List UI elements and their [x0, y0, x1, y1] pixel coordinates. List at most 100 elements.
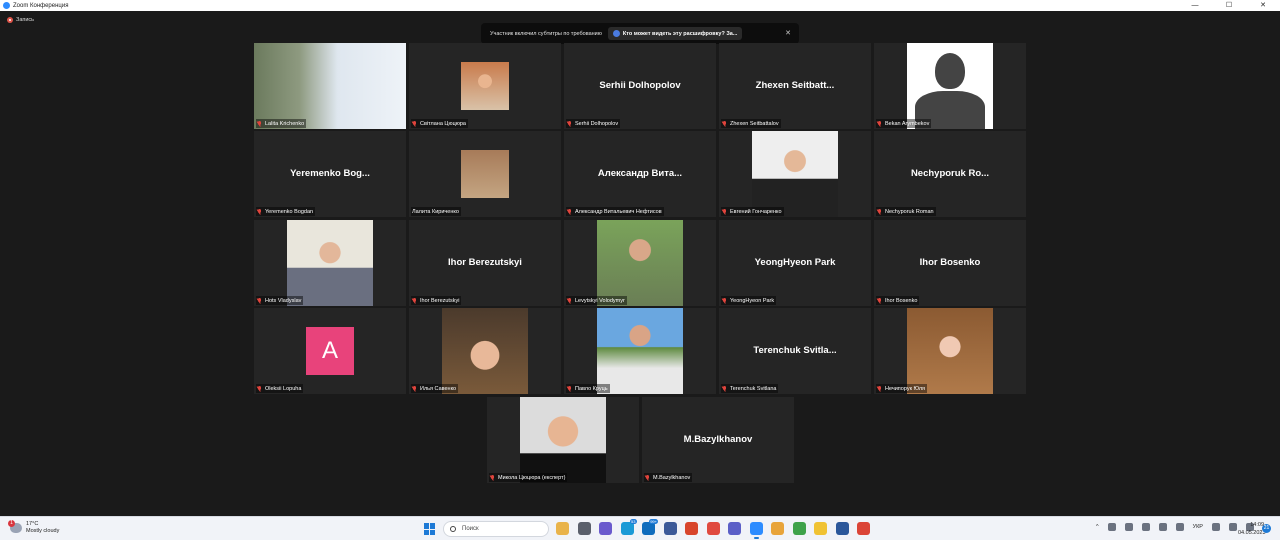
participant-tile[interactable]: Terenchuk Svitla... Terenchuk Svitlana — [719, 308, 871, 394]
participant-name: Bekan Arymbekov — [885, 120, 930, 127]
participant-name: Terenchuk Svitlana — [730, 385, 777, 392]
explorer-icon[interactable] — [814, 522, 827, 535]
participant-display-name: M.Bazylkhanov — [683, 434, 753, 445]
participant-tile[interactable]: Levytskyi Volodymyr — [564, 220, 716, 306]
mic-muted-icon — [645, 474, 650, 481]
chat-icon[interactable] — [599, 522, 612, 535]
participant-tile[interactable]: Bekan Arymbekov — [874, 43, 1026, 129]
participant-tile[interactable]: Nechyporuk Ro... Nechyporuk Roman — [874, 131, 1026, 217]
store-icon[interactable] — [663, 522, 677, 535]
participant-tile[interactable]: Hots Vladyslav — [254, 220, 406, 306]
participant-video — [597, 308, 683, 394]
participant-tile[interactable]: Lalita Krichenko — [254, 43, 406, 129]
participant-name: Александр Витальевич Нефтисов — [575, 208, 662, 215]
chrome-icon[interactable] — [771, 522, 784, 535]
participant-tile[interactable]: Лалита Кириченко — [409, 131, 561, 217]
mic-muted-icon — [567, 385, 572, 392]
mic-muted-icon — [257, 385, 262, 392]
chrome2-icon[interactable] — [792, 522, 806, 535]
weather-desc: Mostly cloudy — [26, 528, 60, 534]
participant-tile[interactable]: Нечипорук Юля — [874, 308, 1026, 394]
participant-name-bar: Bekan Arymbekov — [876, 119, 932, 128]
participant-name: Levytskyi Volodymyr — [575, 297, 625, 304]
video-icon[interactable] — [706, 522, 720, 535]
participant-display-name: Yeremenko Bog... — [290, 168, 370, 179]
participant-name-bar: Микола Цюцюра (експерт) — [489, 473, 568, 482]
app-badge: 53 — [630, 519, 637, 524]
phone-link-icon[interactable] — [1141, 523, 1150, 531]
word-icon[interactable] — [835, 522, 849, 535]
microphone-icon[interactable] — [1158, 523, 1167, 531]
participant-name-bar: Павло Круць — [566, 384, 610, 393]
volume-icon[interactable] — [1228, 523, 1237, 531]
participant-tile[interactable]: Александр Вита... Александр Витальевич Не… — [564, 131, 716, 217]
teams-icon[interactable] — [728, 522, 741, 535]
participant-name-bar: Лалита Кириченко — [411, 207, 461, 216]
participant-name: YeongHyeon Park — [730, 297, 775, 304]
participant-tile[interactable]: Евгений Гончаренко — [719, 131, 871, 217]
start-tile — [430, 523, 435, 529]
weather-widget[interactable]: 1 17°C Mostly cloudy — [8, 520, 60, 535]
widgets-icon[interactable] — [556, 522, 569, 535]
participant-tile[interactable]: A Oleksii Lopuha — [254, 308, 406, 394]
participant-video — [287, 220, 373, 306]
participant-video — [461, 150, 509, 198]
office-icon[interactable] — [685, 522, 698, 535]
participant-name: Евгений Гончаренко — [730, 208, 782, 215]
participant-tile[interactable]: YeongHyeon Park YeongHyeon Park — [719, 220, 871, 306]
window-title: Zoom Конференция — [13, 2, 69, 9]
mail-icon[interactable]: 99+ — [642, 519, 658, 535]
participant-name: Павло Круць — [575, 385, 608, 392]
chrome3-icon[interactable] — [857, 522, 870, 535]
participant-name: Lalita Krichenko — [265, 120, 305, 127]
recording-indicator[interactable]: Запись — [7, 17, 34, 23]
participant-video — [907, 308, 993, 394]
participant-tile[interactable]: Serhii Dolhopolov Serhii Dolhopolov — [564, 43, 716, 129]
mic-muted-icon — [722, 385, 727, 392]
transcript-visibility-button[interactable]: Кто может видеть эту расшифровку? За... — [607, 27, 743, 40]
participant-tile[interactable]: Ihor Berezutskyi Ihor Berezutskyi — [409, 220, 561, 306]
participant-name-bar: Hots Vladyslav — [256, 296, 304, 305]
participant-name-bar: M.Bazylkhanov — [644, 473, 693, 482]
user-icon — [612, 30, 620, 37]
minimize-button[interactable]: — — [1178, 0, 1212, 11]
zoom-icon[interactable] — [749, 522, 763, 539]
chevron-up-icon[interactable]: ^ — [1096, 524, 1099, 530]
close-window-button[interactable]: ✕ — [1246, 0, 1280, 11]
mic-muted-icon — [567, 120, 572, 127]
security-icon[interactable] — [1175, 523, 1184, 531]
participant-tile[interactable]: Илья Савенко — [409, 308, 561, 394]
participant-name: M.Bazylkhanov — [653, 474, 691, 481]
participant-tile[interactable]: M.Bazylkhanov M.Bazylkhanov — [642, 397, 794, 483]
participant-name: Hots Vladyslav — [265, 297, 302, 304]
close-icon[interactable]: ✕ — [785, 29, 791, 37]
participant-name-bar: Serhii Dolhopolov — [566, 119, 621, 128]
wifi-icon[interactable] — [1211, 523, 1220, 531]
participant-name: Нечипорук Юля — [885, 385, 926, 392]
network-icon[interactable] — [1107, 523, 1116, 531]
maximize-button[interactable]: ☐ — [1212, 0, 1246, 11]
participant-tile[interactable]: Yeremenko Bog... Yeremenko Bogdan — [254, 131, 406, 217]
start-button[interactable] — [424, 523, 436, 535]
participant-display-name: Terenchuk Svitla... — [753, 345, 837, 356]
taskbar-clock[interactable]: 14:09 04.05.2023 — [1238, 521, 1266, 537]
participant-name: Nechyporuk Roman — [885, 208, 934, 215]
participant-name-bar: YeongHyeon Park — [721, 296, 777, 305]
search-icon — [450, 526, 456, 532]
participant-name: Лалита Кириченко — [412, 208, 459, 215]
participant-tile[interactable]: Микола Цюцюра (експерт) — [487, 397, 639, 483]
edge-icon[interactable]: 53 — [620, 519, 637, 535]
windows-taskbar: 1 17°C Mostly cloudy Поиск 53 99+ ^ УКР 1… — [0, 516, 1280, 540]
files-icon[interactable] — [577, 522, 591, 535]
notification-badge[interactable]: 21 — [1262, 524, 1271, 533]
participant-tile[interactable]: Ihor Bosenko Ihor Bosenko — [874, 220, 1026, 306]
participant-tile[interactable]: Павло Круць — [564, 308, 716, 394]
taskbar-search[interactable]: Поиск — [443, 521, 549, 537]
participant-tile[interactable]: Світлана Цюцюра — [409, 43, 561, 129]
mic-muted-icon — [412, 297, 417, 304]
cloud-sync-icon[interactable] — [1124, 523, 1133, 531]
participant-tile[interactable]: Zhexen Seitbatt... Zhexen Seitbattalov — [719, 43, 871, 129]
language-indicator[interactable]: УКР — [1193, 524, 1203, 530]
captions-notification: Участник включил субтитры по требованию … — [481, 23, 799, 44]
participant-name: Микола Цюцюра (експерт) — [498, 474, 566, 481]
